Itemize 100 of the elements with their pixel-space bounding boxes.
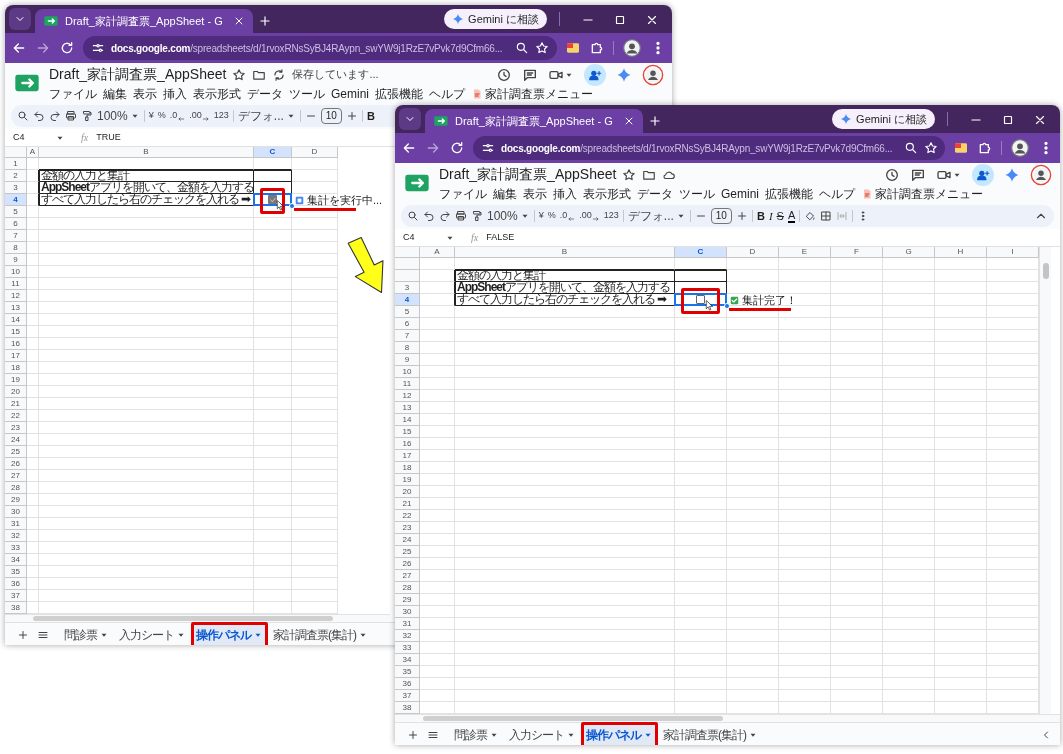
- row-header[interactable]: 6: [395, 318, 420, 330]
- paint-format-icon[interactable]: [471, 210, 483, 222]
- name-box[interactable]: C4: [403, 230, 463, 245]
- plus-icon[interactable]: [407, 729, 419, 741]
- row-header[interactable]: 29: [395, 594, 420, 606]
- row-header[interactable]: 22: [395, 510, 420, 522]
- menu-item[interactable]: 拡張機能: [765, 184, 813, 203]
- row-header[interactable]: 29: [5, 494, 27, 506]
- bold-button[interactable]: B: [366, 107, 375, 125]
- sheet-tab[interactable]: 入力シート: [116, 624, 189, 645]
- dropdown[interactable]: 100%: [97, 107, 140, 125]
- menu-item[interactable]: 表示形式: [583, 184, 631, 203]
- close-icon[interactable]: [645, 13, 659, 27]
- row-header[interactable]: 1: [5, 158, 27, 170]
- avatar-icon[interactable]: [1030, 163, 1052, 186]
- row-header[interactable]: 30: [5, 506, 27, 518]
- row-header[interactable]: 11: [5, 278, 27, 290]
- column-header[interactable]: I: [987, 247, 1039, 258]
- search-icon[interactable]: [407, 210, 419, 222]
- row-header[interactable]: 38: [5, 602, 27, 614]
- formula-input[interactable]: TRUE: [96, 130, 121, 145]
- row-header[interactable]: 14: [395, 414, 420, 426]
- column-header[interactable]: B: [39, 147, 254, 158]
- row-header[interactable]: 27: [395, 570, 420, 582]
- menu-item[interactable]: データ: [247, 84, 283, 103]
- menu-item[interactable]: 家計調査票メニュー: [471, 84, 593, 103]
- star-icon[interactable]: [622, 167, 637, 182]
- share-button[interactable]: [584, 63, 606, 86]
- menu-item[interactable]: ツール: [679, 184, 715, 203]
- borders-icon[interactable]: [820, 210, 833, 222]
- dropdown[interactable]: 100%: [487, 207, 530, 225]
- horizontal-scrollbar[interactable]: [395, 714, 1060, 722]
- menu-item[interactable]: 表示形式: [193, 84, 241, 103]
- extension-icon[interactable]: [953, 140, 969, 156]
- zoom-icon[interactable]: [904, 141, 919, 155]
- row-header[interactable]: 23: [5, 422, 27, 434]
- row-header[interactable]: 26: [5, 458, 27, 470]
- row-header[interactable]: 16: [395, 438, 420, 450]
- maximize-icon[interactable]: [613, 13, 627, 27]
- row-header[interactable]: 18: [5, 362, 27, 374]
- row-header[interactable]: 13: [5, 302, 27, 314]
- column-header[interactable]: E: [779, 247, 831, 258]
- format-button[interactable]: 123: [603, 209, 619, 223]
- sheet-tab[interactable]: 問診票: [451, 724, 502, 745]
- row-header[interactable]: 9: [5, 254, 27, 266]
- decimal-button[interactable]: .0: [169, 109, 186, 123]
- reload-icon[interactable]: [59, 40, 75, 56]
- row-header[interactable]: 7: [5, 230, 27, 242]
- decimal-button[interactable]: .00: [189, 109, 210, 123]
- menu-item[interactable]: 編集: [103, 84, 127, 103]
- column-header[interactable]: C: [675, 247, 727, 258]
- row-header[interactable]: 33: [5, 542, 27, 554]
- row-header[interactable]: 33: [395, 642, 420, 654]
- print-icon[interactable]: [455, 210, 467, 222]
- column-header[interactable]: A: [420, 247, 455, 258]
- forward-icon[interactable]: [35, 40, 51, 56]
- puzzle-icon[interactable]: [977, 140, 993, 156]
- strikethrough-button[interactable]: S: [776, 207, 784, 225]
- column-header[interactable]: D: [292, 147, 338, 158]
- puzzle-icon[interactable]: [589, 40, 605, 56]
- star-icon[interactable]: [924, 141, 939, 155]
- column-header[interactable]: A: [27, 147, 39, 158]
- bold-button[interactable]: B: [756, 207, 765, 225]
- row-header[interactable]: 24: [395, 534, 420, 546]
- column-header[interactable]: B: [455, 247, 675, 258]
- row-header[interactable]: 22: [5, 410, 27, 422]
- row-header[interactable]: 5: [395, 306, 420, 318]
- sheet-tab[interactable]: 入力シート: [506, 724, 579, 745]
- menu-item[interactable]: 家計調査票メニュー: [861, 184, 983, 203]
- menu-item[interactable]: ファイル: [49, 84, 97, 103]
- row-header[interactable]: 15: [5, 326, 27, 338]
- menu-item[interactable]: 表示: [133, 84, 157, 103]
- row-header[interactable]: 3: [395, 282, 420, 294]
- vertical-scrollbar[interactable]: [1039, 247, 1051, 714]
- row-header[interactable]: 32: [395, 630, 420, 642]
- menu-item[interactable]: データ: [637, 184, 673, 203]
- zoom-icon[interactable]: [515, 41, 529, 55]
- row-header[interactable]: 19: [5, 374, 27, 386]
- menu-item[interactable]: 拡張機能: [375, 84, 423, 103]
- merge-cells-icon[interactable]: [836, 210, 849, 222]
- menu-item[interactable]: ファイル: [439, 184, 487, 203]
- menu-item[interactable]: ヘルプ: [429, 84, 465, 103]
- tab-search-button[interactable]: [399, 108, 421, 130]
- row-header[interactable]: 32: [5, 530, 27, 542]
- row-header[interactable]: 10: [395, 366, 420, 378]
- avatar-icon[interactable]: [1010, 138, 1030, 158]
- row-header[interactable]: 14: [5, 314, 27, 326]
- sheet-tab[interactable]: 問診票: [61, 624, 112, 645]
- decimal-button[interactable]: .0: [559, 209, 576, 223]
- row-header[interactable]: 3: [5, 182, 27, 194]
- format-button[interactable]: ¥: [538, 209, 544, 223]
- row-header[interactable]: 11: [395, 378, 420, 390]
- row-header[interactable]: 38: [395, 702, 420, 714]
- column-header[interactable]: G: [883, 247, 935, 258]
- reload-icon[interactable]: [449, 140, 465, 156]
- row-header[interactable]: 37: [395, 690, 420, 702]
- site-settings-icon[interactable]: [481, 141, 495, 155]
- extension-icon[interactable]: [565, 40, 581, 56]
- row-header[interactable]: 34: [395, 654, 420, 666]
- gemini-button[interactable]: Gemini に相談: [444, 9, 547, 29]
